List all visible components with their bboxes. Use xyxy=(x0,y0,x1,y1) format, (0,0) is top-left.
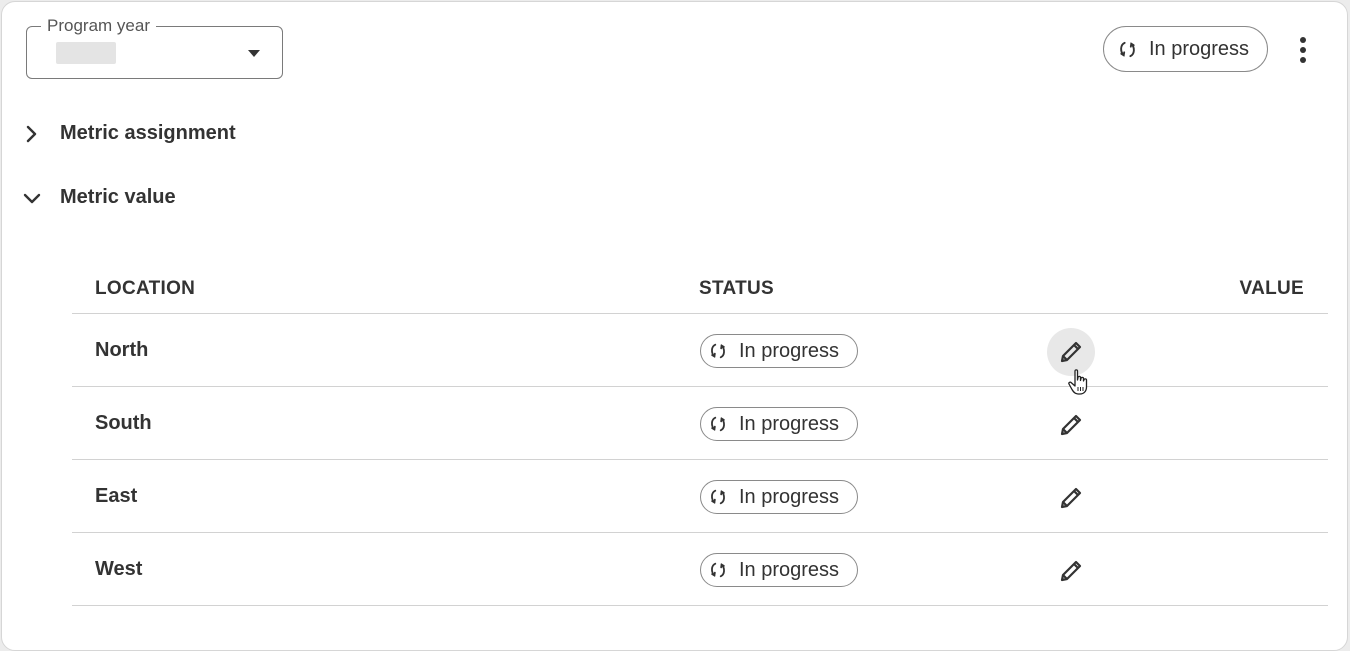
edit-value-button[interactable] xyxy=(1047,474,1095,522)
table-row: East In progress xyxy=(72,460,1328,533)
status-badge: In progress xyxy=(700,407,858,441)
column-header-status: STATUS xyxy=(699,278,774,299)
status-label: In progress xyxy=(739,339,840,362)
table-row: South In progress xyxy=(72,387,1328,460)
location-cell: South xyxy=(95,412,152,434)
section-title: Metric assignment xyxy=(60,122,236,144)
pencil-icon xyxy=(1060,560,1082,582)
table-row: North In progress xyxy=(72,314,1328,387)
section-metric-value[interactable]: Metric value xyxy=(22,186,176,209)
status-label: In progress xyxy=(739,558,840,581)
program-year-select[interactable]: Program year xyxy=(26,15,283,79)
column-header-location: LOCATION xyxy=(95,278,196,299)
pencil-icon xyxy=(1060,487,1082,509)
overall-status-badge: In progress xyxy=(1103,26,1268,72)
status-badge: In progress xyxy=(700,480,858,514)
metric-value-table: LOCATION STATUS VALUE North In progress … xyxy=(72,264,1328,606)
pencil-icon xyxy=(1060,414,1082,436)
overall-status-label: In progress xyxy=(1149,37,1250,60)
pencil-icon xyxy=(1060,341,1082,363)
sync-icon xyxy=(711,489,725,505)
program-year-label: Program year xyxy=(41,15,156,37)
chevron-right-icon xyxy=(26,125,37,142)
location-cell: North xyxy=(95,339,149,361)
status-label: In progress xyxy=(739,485,840,508)
column-header-value: VALUE xyxy=(1239,278,1304,299)
section-metric-assignment[interactable]: Metric assignment xyxy=(22,122,236,145)
metric-card: Program year In progress Metric assignme… xyxy=(1,1,1348,651)
table-header: LOCATION STATUS VALUE xyxy=(72,264,1328,314)
program-year-value-placeholder xyxy=(56,42,116,64)
more-options-button[interactable] xyxy=(1290,32,1316,68)
edit-value-button[interactable] xyxy=(1047,328,1095,376)
status-badge: In progress xyxy=(700,553,858,587)
table-row: West In progress xyxy=(72,533,1328,606)
status-label: In progress xyxy=(739,412,840,435)
sync-icon xyxy=(711,343,725,359)
caret-down-icon xyxy=(248,50,260,57)
edit-value-button[interactable] xyxy=(1047,547,1095,595)
edit-value-button[interactable] xyxy=(1047,401,1095,449)
sync-icon xyxy=(1120,41,1135,57)
sync-icon xyxy=(711,562,725,578)
chevron-down-icon xyxy=(23,193,41,203)
location-cell: West xyxy=(95,558,143,580)
section-title: Metric value xyxy=(60,186,176,208)
status-badge: In progress xyxy=(700,334,858,368)
more-vertical-icon xyxy=(1300,37,1306,43)
sync-icon xyxy=(711,416,725,432)
location-cell: East xyxy=(95,485,138,507)
